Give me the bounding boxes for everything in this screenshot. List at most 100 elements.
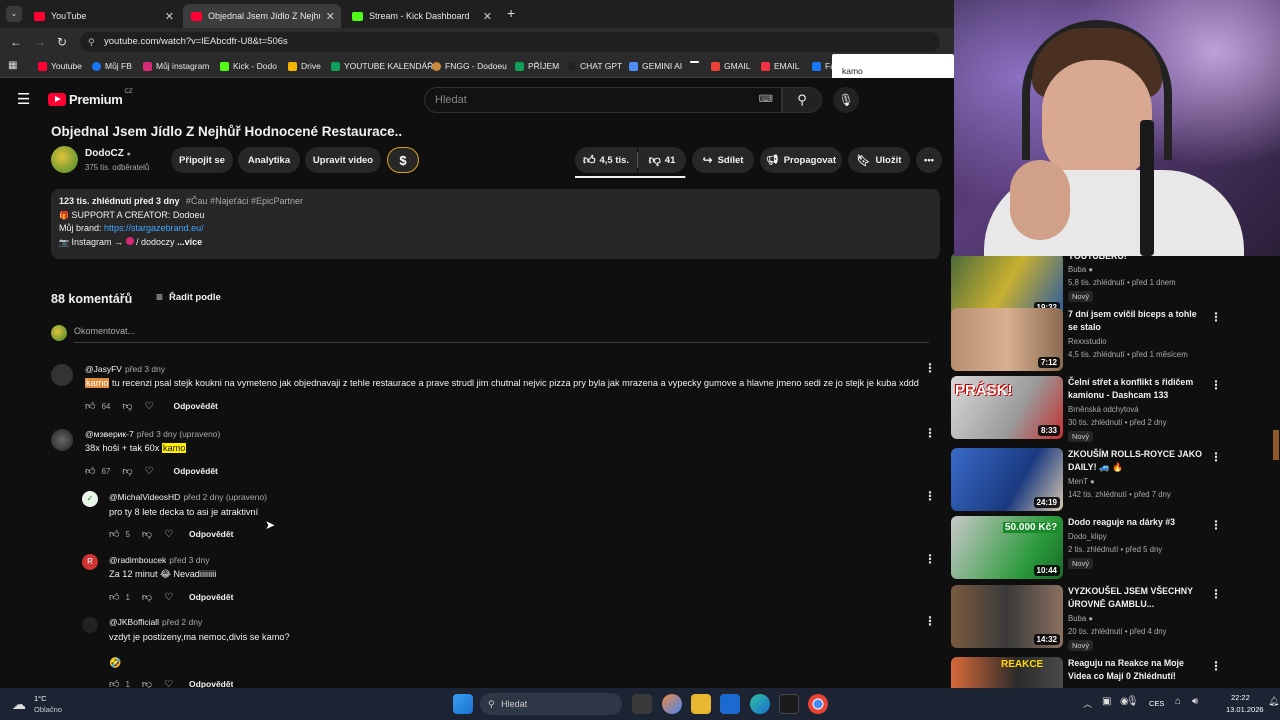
share-button[interactable]: ↪ Sdílet: [692, 147, 754, 173]
reply-button[interactable]: Odpovědět: [189, 529, 233, 539]
video-thumbnail[interactable]: 14:32: [951, 585, 1063, 648]
clock-time[interactable]: 22:22: [1231, 693, 1250, 702]
copilot-icon[interactable]: [662, 694, 682, 714]
tab-youtube[interactable]: YouTube ✕: [26, 4, 180, 28]
reply-avatar[interactable]: [82, 617, 98, 633]
start-button[interactable]: [453, 694, 473, 714]
heart-icon[interactable]: ♡: [145, 401, 154, 412]
channel-avatar[interactable]: [51, 146, 78, 173]
comment-author[interactable]: @radimboucek: [109, 555, 166, 565]
comment-author[interactable]: @JasyFV: [85, 364, 122, 374]
bookmark-fngg[interactable]: FNGG - Dodoeu: [432, 61, 507, 71]
notification-icon[interactable]: 🔔︎: [1268, 696, 1279, 707]
reply-avatar[interactable]: R: [82, 554, 98, 570]
video-title[interactable]: Reaguju na Reakce na Moje Videa co Mají …: [1068, 657, 1208, 682]
thumbs-up-icon[interactable]: 👍︎: [109, 591, 119, 603]
heart-icon[interactable]: ♡: [164, 529, 173, 540]
tab-video[interactable]: Objednal Jsem Jídlo Z Nejhůř H ✕: [183, 4, 341, 28]
comment-menu-icon[interactable]: ⋮: [924, 426, 936, 440]
instagram-handle[interactable]: / dodoczy: [136, 237, 175, 247]
forward-icon[interactable]: →: [34, 35, 46, 49]
close-tab-icon[interactable]: ✕: [165, 10, 174, 23]
show-more-link[interactable]: ...více: [177, 237, 202, 247]
task-view-icon[interactable]: [632, 694, 652, 714]
bookmark-drive[interactable]: Drive: [288, 61, 321, 71]
recommended-video[interactable]: 7:12 7 dní jsem cvičil biceps a tohle se…: [951, 308, 1280, 372]
new-tab-button[interactable]: +: [507, 5, 515, 21]
tray-chevron-icon[interactable]: ︿: [1083, 697, 1092, 710]
comment-author[interactable]: @мэверик-7: [85, 429, 134, 439]
comment-menu-icon[interactable]: ⋮: [924, 361, 936, 375]
brand-link[interactable]: https://stargazebrand.eu/: [104, 223, 204, 233]
video-thumbnail[interactable]: 24:19: [951, 448, 1063, 511]
video-thumbnail[interactable]: 50.000 Kč? 10:44: [951, 516, 1063, 579]
weather-temp[interactable]: 1°C: [34, 694, 47, 703]
join-button[interactable]: Připojit se: [171, 147, 233, 173]
url-field[interactable]: ⚲ youtube.com/watch?v=lEAbcdfr-U8&t=506s: [80, 32, 940, 52]
sort-button[interactable]: ≡ Řadit podle: [156, 290, 221, 304]
keyboard-language[interactable]: CES: [1149, 699, 1164, 708]
video-thumbnail[interactable]: 7:12: [951, 308, 1063, 371]
search-button[interactable]: ⚲: [782, 87, 822, 113]
bookmark-kick[interactable]: Kick - Dodo: [220, 61, 277, 71]
edit-video-button[interactable]: Upravit video: [305, 147, 381, 173]
bookmark-calendar[interactable]: YOUTUBE KALENDÁŘ: [331, 61, 433, 71]
recommended-video[interactable]: 50.000 Kč? 10:44 Dodo reaguje na dárky #…: [951, 516, 1280, 580]
recommended-video[interactable]: PRÁSK! 8:33 Čelní střet a konflikt s řid…: [951, 376, 1280, 442]
channel-name[interactable]: Rexxstudio: [1068, 337, 1107, 346]
comment-author[interactable]: @MichalVideosHD: [109, 492, 180, 502]
weather-desc[interactable]: Oblačno: [34, 705, 62, 714]
video-menu-icon[interactable]: ⋮: [1210, 310, 1222, 324]
channel-name[interactable]: Brněnská odchytová: [1068, 405, 1139, 414]
tray-network-icon[interactable]: ▣: [1102, 696, 1111, 707]
video-description[interactable]: 123 tis. zhlédnutí před 3 dny #Čau #Naje…: [51, 189, 940, 259]
tray-mic-icon[interactable]: 🎙: [1126, 696, 1139, 707]
thumbs-up-icon[interactable]: 👍︎: [85, 465, 95, 477]
video-channel[interactable]: MenT ●: [1068, 477, 1095, 486]
taskbar-search[interactable]: ⚲ Hledat: [480, 693, 622, 715]
heart-icon[interactable]: ♡: [164, 680, 173, 688]
bookmark-youtube[interactable]: Youtube: [38, 61, 82, 71]
comment-menu-icon[interactable]: ⋮: [924, 614, 936, 628]
bookmark-email[interactable]: EMAIL: [761, 61, 800, 71]
bookmark-divider[interactable]: [690, 61, 703, 63]
reply-avatar[interactable]: ✓: [82, 491, 98, 507]
channel-name[interactable]: Buba: [1068, 614, 1086, 623]
site-info-icon[interactable]: ⚲: [88, 32, 95, 52]
video-menu-icon[interactable]: ⋮: [1210, 450, 1222, 464]
edge-icon[interactable]: [750, 694, 770, 714]
dislike-button[interactable]: 👎︎ 41: [638, 147, 686, 173]
bookmark-gmail[interactable]: GMAIL: [711, 61, 750, 71]
comment-menu-icon[interactable]: ⋮: [924, 552, 936, 566]
menu-icon[interactable]: ☰: [17, 90, 30, 108]
like-button[interactable]: 👍︎ 4,5 tis.: [575, 147, 637, 173]
apps-grid-icon[interactable]: ▦: [8, 60, 17, 71]
video-title[interactable]: Dodo reaguje na dárky #3: [1068, 516, 1208, 529]
video-title[interactable]: VYZKOUŠEL JSEM VŠECHNY ÚROVNĚ GAMBLU...: [1068, 585, 1208, 610]
video-channel[interactable]: Buba ●: [1068, 614, 1093, 623]
comment-avatar[interactable]: [51, 429, 73, 451]
bookmark-prijem[interactable]: PŘÍJEM: [515, 61, 559, 71]
scrollbar-thumb[interactable]: [1273, 430, 1279, 460]
back-icon[interactable]: ←: [10, 35, 22, 49]
more-actions-button[interactable]: •••: [916, 147, 942, 173]
bookmark-fb[interactable]: Můj FB: [92, 61, 132, 71]
thumbs-down-icon[interactable]: 👎︎: [122, 400, 132, 412]
thumbs-down-icon[interactable]: 👎︎: [142, 680, 152, 688]
thumbs-up-icon[interactable]: 👍︎: [109, 528, 119, 540]
recommended-video[interactable]: 24:19 ZKOUŠÍM ROLLS-ROYCE JAKO DAILY! 🚙 …: [951, 448, 1280, 512]
sidebar-scrollbar[interactable]: [1271, 430, 1280, 688]
bookmark-chatgpt[interactable]: CHAT GPT: [567, 61, 622, 71]
promote-button[interactable]: 📢︎ Propagovat: [760, 147, 842, 173]
channel-name[interactable]: MenT: [1068, 477, 1088, 486]
comment-time[interactable]: před 2 dny: [162, 617, 202, 627]
bookmark-gemini[interactable]: GEMINI AI: [629, 61, 682, 71]
heart-icon[interactable]: ♡: [164, 592, 173, 603]
video-channel[interactable]: Buba ●: [1068, 265, 1093, 274]
video-menu-icon[interactable]: ⋮: [1210, 587, 1222, 601]
thumbs-down-icon[interactable]: 👎︎: [122, 465, 132, 477]
voice-search-button[interactable]: 🎙: [833, 87, 859, 113]
youtube-logo[interactable]: Premium CZ: [48, 89, 133, 107]
hashtags[interactable]: #Čau #Najeťáci #EpicPartner: [186, 196, 303, 206]
video-thumbnail[interactable]: REAKCE: [951, 657, 1063, 688]
